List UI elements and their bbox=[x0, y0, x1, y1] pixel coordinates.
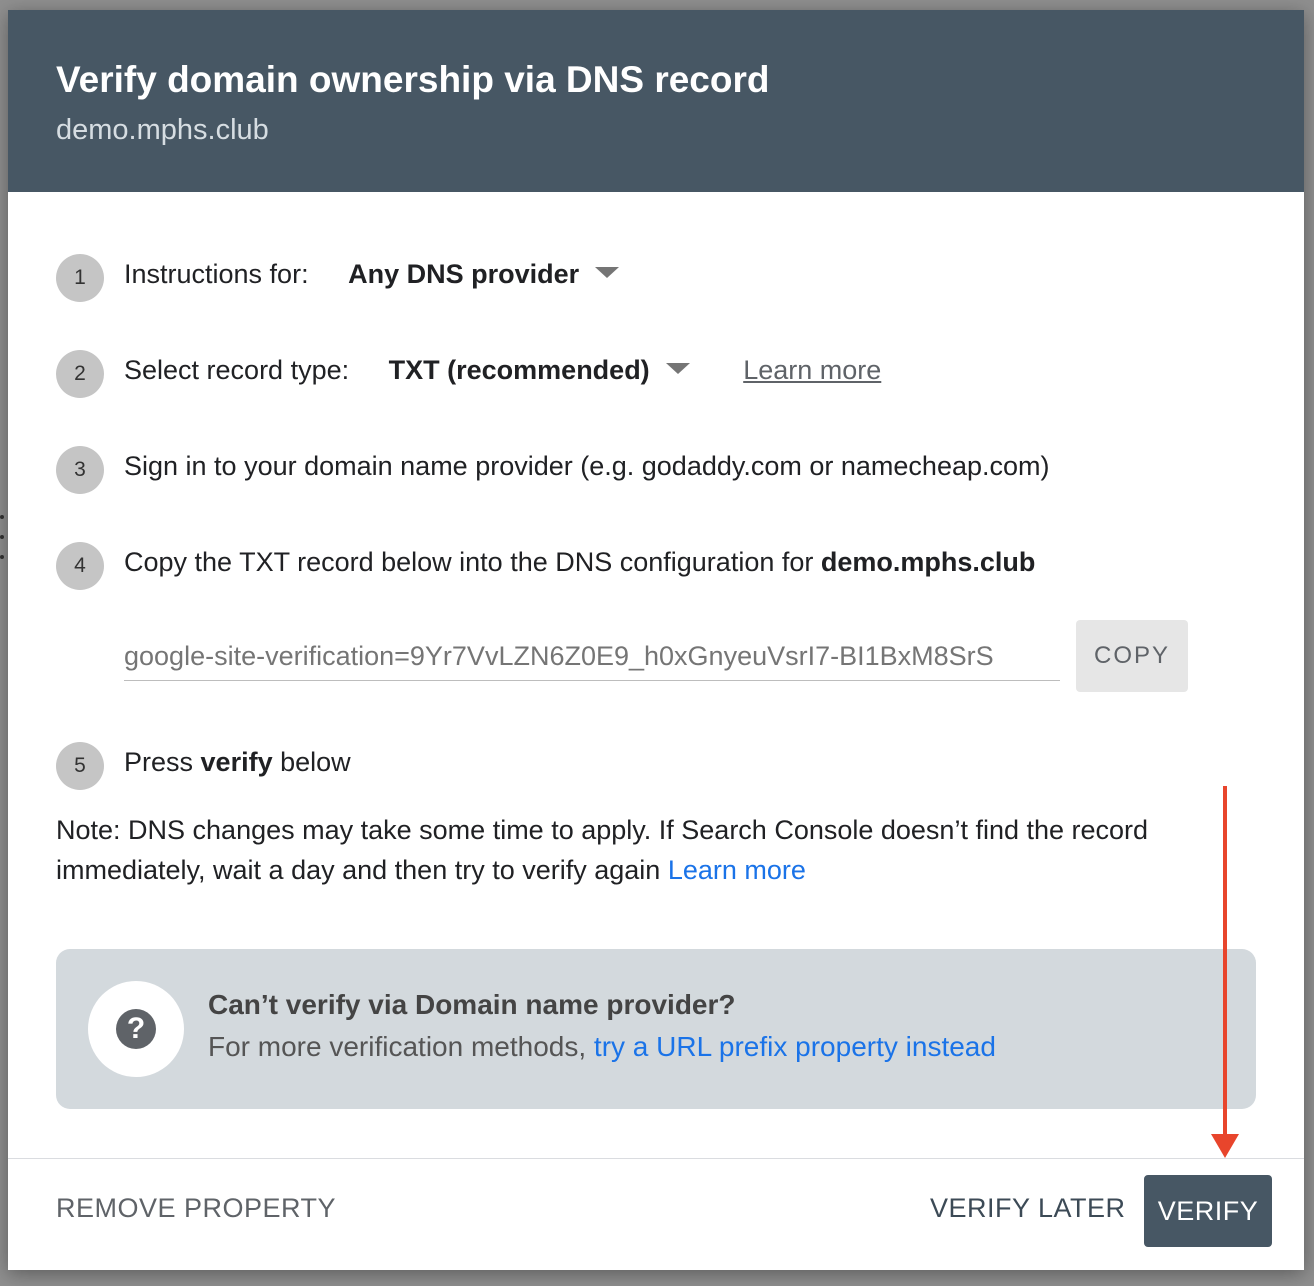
step-text-pre: Press bbox=[124, 746, 201, 777]
info-text-row: For more verification methods, try a URL… bbox=[208, 1031, 996, 1063]
step-number: 4 bbox=[56, 542, 104, 590]
verify-dialog: Verify domain ownership via DNS record d… bbox=[8, 10, 1304, 1270]
step-text-bold: verify bbox=[200, 746, 273, 777]
note-text: Note: DNS changes may take some time to … bbox=[56, 815, 1149, 885]
dialog-header: Verify domain ownership via DNS record d… bbox=[8, 10, 1304, 192]
step-domain: demo.mphs.club bbox=[820, 546, 1036, 577]
alternative-method-box: ? Can’t verify via Domain name provider?… bbox=[56, 949, 1256, 1109]
dns-provider-select[interactable]: Any DNS provider bbox=[348, 259, 620, 289]
dialog-subtitle: demo.mphs.club bbox=[56, 114, 269, 146]
step-text: Copy the TXT record below into the DNS c… bbox=[124, 546, 821, 577]
dialog-title: Verify domain ownership via DNS record bbox=[56, 59, 770, 100]
step-2: 2 Select record type: TXT (recommended) … bbox=[56, 342, 881, 398]
help-icon-circle: ? bbox=[88, 981, 184, 1077]
dropdown-caret-icon bbox=[595, 266, 620, 278]
note-learn-more-link[interactable]: Learn more bbox=[668, 855, 806, 885]
step-text: Sign in to your domain name provider (e.… bbox=[124, 450, 1050, 481]
info-text: For more verification methods, bbox=[208, 1031, 594, 1062]
dropdown-caret-icon bbox=[665, 362, 690, 374]
verify-button[interactable]: VERIFY bbox=[1144, 1175, 1272, 1247]
url-prefix-link[interactable]: try a URL prefix property instead bbox=[594, 1031, 996, 1062]
step-number: 3 bbox=[56, 446, 104, 494]
annotation-arrow-head-icon bbox=[1211, 1134, 1239, 1158]
step-number: 1 bbox=[56, 254, 104, 302]
record-type-select[interactable]: TXT (recommended) bbox=[389, 355, 690, 385]
step-number: 2 bbox=[56, 350, 104, 398]
txt-record-row: COPY bbox=[124, 620, 1188, 692]
step-1: 1 Instructions for: Any DNS provider bbox=[56, 246, 620, 302]
info-title: Can’t verify via Domain name provider? bbox=[208, 989, 736, 1020]
background-dots bbox=[0, 515, 6, 575]
copy-button[interactable]: COPY bbox=[1076, 620, 1188, 692]
step-3: 3 Sign in to your domain name provider (… bbox=[56, 438, 1050, 494]
txt-record-field[interactable] bbox=[124, 631, 1060, 681]
step-label: Instructions for: bbox=[124, 258, 309, 289]
step-4: 4 Copy the TXT record below into the DNS… bbox=[56, 534, 1035, 590]
learn-more-link[interactable]: Learn more bbox=[743, 355, 881, 385]
verify-later-button[interactable]: VERIFY LATER bbox=[930, 1193, 1126, 1224]
annotation-arrow-line bbox=[1223, 786, 1227, 1138]
dialog-footer: REMOVE PROPERTY VERIFY LATER VERIFY bbox=[8, 1158, 1304, 1270]
step-text-post: below bbox=[272, 746, 351, 777]
help-icon: ? bbox=[116, 1009, 156, 1049]
step-5: 5 Press verify below bbox=[56, 734, 351, 790]
dns-note: Note: DNS changes may take some time to … bbox=[56, 810, 1206, 890]
step-number: 5 bbox=[56, 742, 104, 790]
step-label: Select record type: bbox=[124, 354, 350, 385]
remove-property-button[interactable]: REMOVE PROPERTY bbox=[56, 1193, 336, 1224]
